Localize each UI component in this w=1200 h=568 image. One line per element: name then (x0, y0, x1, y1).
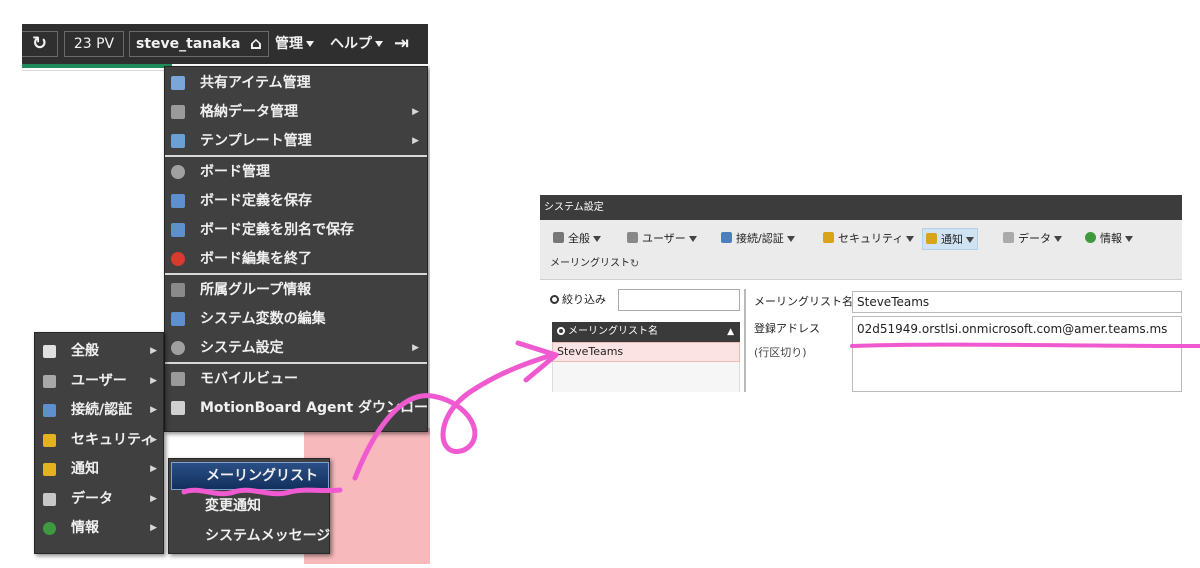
annotation-overlay (181, 340, 1200, 497)
curved-arrow-annotation (352, 352, 555, 481)
underline-annotation (181, 487, 343, 497)
address-underline-annotation (850, 342, 1200, 348)
